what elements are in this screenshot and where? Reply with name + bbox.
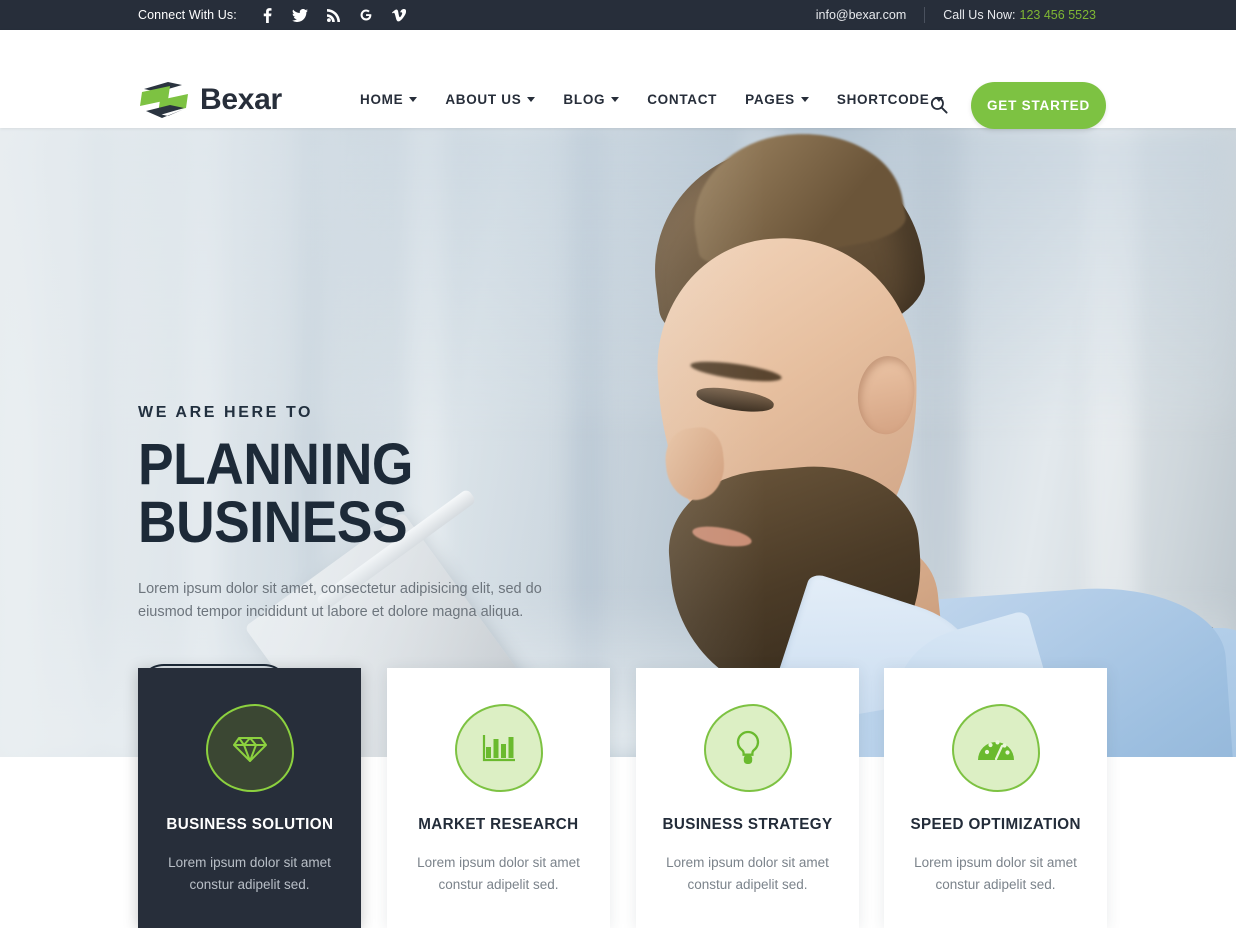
nav-label: HOME — [360, 92, 404, 107]
logo-text: Bexar — [200, 83, 282, 116]
nav-item-pages[interactable]: PAGES — [745, 92, 809, 107]
hero-banner: WE ARE HERE TO PLANNING BUSINESS Lorem i… — [0, 128, 1236, 757]
feature-card-business-strategy[interactable]: BUSINESS STRATEGY Lorem ipsum dolor sit … — [636, 668, 859, 928]
rss-icon[interactable] — [317, 0, 350, 30]
social-connect-group: Connect With Us: — [138, 0, 416, 30]
speedometer-icon — [951, 704, 1040, 792]
twitter-icon[interactable] — [284, 0, 317, 30]
feature-card-business-solution[interactable]: BUSINESS SOLUTION Lorem ipsum dolor sit … — [138, 668, 361, 928]
hero-subtitle: Lorem ipsum dolor sit amet, consectetur … — [138, 581, 542, 621]
card-description: Lorem ipsum dolor sit amet constur adipe… — [914, 855, 1077, 892]
nav-label: SHORTCODE — [836, 92, 930, 107]
get-started-button[interactable]: GET STARTED — [971, 82, 1106, 129]
diamond-icon — [205, 704, 294, 792]
top-utility-bar: Connect With Us: info@bexar.com Call Us … — [0, 0, 1236, 30]
search-icon[interactable] — [928, 94, 950, 116]
divider — [924, 7, 926, 23]
nav-label: BLOG — [563, 92, 606, 107]
card-title: BUSINESS STRATEGY — [662, 816, 833, 833]
nav-item-blog[interactable]: BLOG — [563, 92, 620, 107]
card-description: Lorem ipsum dolor sit amet constur adipe… — [666, 855, 829, 892]
call-us-label: Call Us Now: — [943, 8, 1016, 22]
phone-number[interactable]: 123 456 5523 — [1020, 8, 1096, 22]
landing-page: Connect With Us: info@bexar.com Call Us … — [0, 0, 1236, 928]
contact-group: info@bexar.com Call Us Now: 123 456 5523 — [816, 0, 1096, 30]
card-title: BUSINESS SOLUTION — [166, 816, 333, 833]
chevron-down-icon — [611, 97, 620, 102]
google-icon[interactable] — [350, 0, 383, 30]
card-description: Lorem ipsum dolor sit amet constur adipe… — [417, 855, 580, 892]
logo-mark-icon — [138, 80, 190, 120]
nav-item-contact[interactable]: CONTACT — [647, 92, 717, 107]
card-description: Lorem ipsum dolor sit amet constur adipe… — [168, 855, 331, 892]
main-navigation: HOME ABOUT US BLOG CONTACT PAGES SHORTCO… — [360, 92, 944, 107]
chevron-down-icon — [800, 97, 809, 102]
site-header: Bexar HOME ABOUT US BLOG CONTACT PAGES S… — [0, 30, 1236, 129]
card-title: MARKET RESEARCH — [418, 816, 579, 833]
bar-chart-icon — [454, 704, 543, 792]
nav-item-about-us[interactable]: ABOUT US — [445, 92, 536, 107]
nav-item-home[interactable]: HOME — [360, 92, 418, 107]
logo[interactable]: Bexar — [138, 80, 282, 120]
nav-label: ABOUT US — [445, 92, 522, 107]
nav-label: CONTACT — [647, 92, 718, 107]
chevron-down-icon — [527, 97, 536, 102]
chevron-down-icon — [409, 97, 418, 102]
feature-card-speed-optimization[interactable]: SPEED OPTIMIZATION Lorem ipsum dolor sit… — [884, 668, 1107, 928]
feature-cards: BUSINESS SOLUTION Lorem ipsum dolor sit … — [0, 668, 1236, 928]
lightbulb-icon — [703, 704, 792, 792]
get-started-label: GET STARTED — [986, 98, 1091, 113]
feature-card-market-research[interactable]: MARKET RESEARCH Lorem ipsum dolor sit am… — [387, 668, 610, 928]
social-icon-list — [251, 0, 416, 30]
facebook-icon[interactable] — [251, 0, 284, 30]
card-title: SPEED OPTIMIZATION — [910, 816, 1081, 833]
connect-with-us-label: Connect With Us: — [138, 8, 237, 22]
email-link[interactable]: info@bexar.com — [816, 8, 907, 22]
nav-label: PAGES — [745, 92, 795, 107]
hero-kicker: WE ARE HERE TO — [138, 404, 314, 421]
vimeo-icon[interactable] — [383, 0, 416, 30]
hero-title: PLANNING BUSINESS — [138, 432, 413, 555]
